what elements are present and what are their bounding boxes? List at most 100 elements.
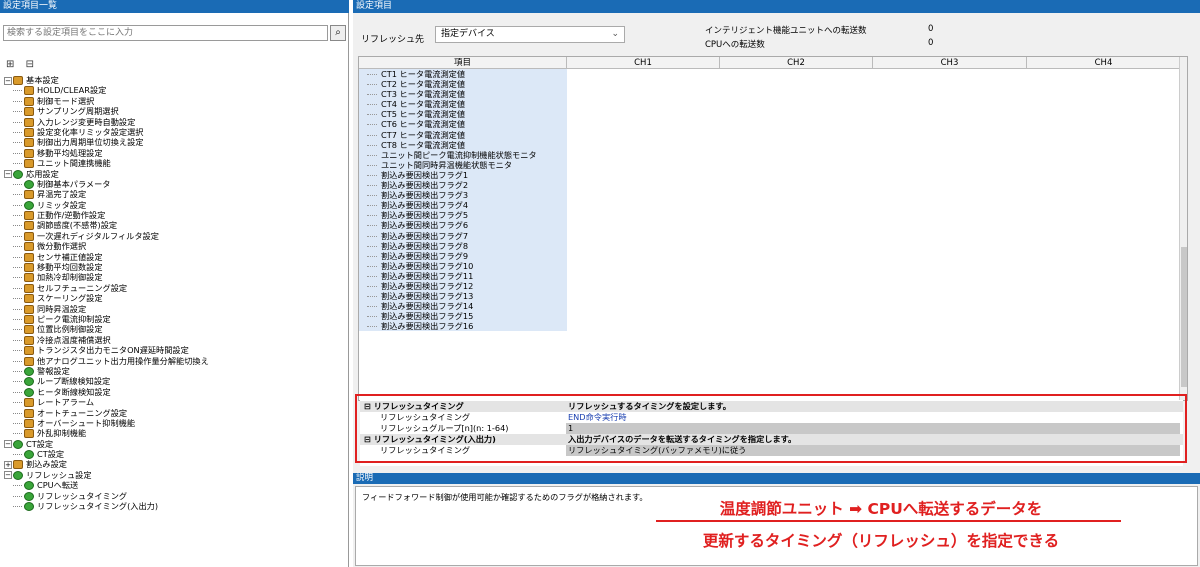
tree-item-label: 応用設定	[26, 168, 59, 179]
tree-item[interactable]: リフレッシュタイミング(入出力)	[4, 501, 349, 512]
tree-item[interactable]: ヒータ断線検知設定	[4, 387, 349, 397]
tree-item[interactable]: CT設定	[4, 449, 349, 460]
grid-row[interactable]: CT7 ヒータ電流測定値	[359, 129, 1181, 140]
grid-row[interactable]: CT6 ヒータ電流測定値	[359, 119, 1181, 130]
tree-item[interactable]: レートアラーム	[4, 397, 349, 408]
collapse-icon[interactable]: −	[4, 76, 12, 85]
grid-row[interactable]: CT4 ヒータ電流測定値	[359, 99, 1181, 110]
tree-item[interactable]: 加熱冷却制御設定	[4, 272, 349, 283]
grid-row[interactable]: CT5 ヒータ電流測定値	[359, 109, 1181, 120]
tree-item[interactable]: 移動平均回数設定	[4, 262, 349, 273]
setting-changed-icon	[24, 481, 34, 491]
tree-item[interactable]: 調節感度(不感帯)設定	[4, 220, 349, 231]
settings-list-pane: ⌕ ⊞ ⊟ − 基本設定HOLD/CLEAR設定制御モード選択サンプリング周期選択…	[0, 13, 349, 567]
collapse-icon[interactable]: −	[4, 471, 12, 480]
collapse-icon[interactable]: −	[4, 440, 12, 449]
grid-row[interactable]: ユニット間同時昇温機能状態モニタ	[359, 159, 1181, 170]
tree-item[interactable]: − 基本設定	[4, 75, 349, 85]
expand-all-icon[interactable]: ⊞	[6, 59, 14, 70]
tree-item-label: ピーク電流抑制設定	[37, 313, 111, 324]
binoculars-icon[interactable]: ⌕	[330, 25, 346, 41]
tree-item[interactable]: 同時昇温設定	[4, 304, 349, 314]
tree-item[interactable]: − 応用設定	[4, 169, 349, 179]
search-input[interactable]	[3, 25, 328, 41]
tree-item[interactable]: 警報設定	[4, 366, 349, 376]
setting-folder-icon	[13, 76, 23, 85]
grid-row[interactable]: 割込み要因検出フラグ15	[359, 311, 1181, 322]
grid-row[interactable]: 割込み要因検出フラグ16	[359, 321, 1181, 332]
setting-changed-icon	[24, 200, 34, 210]
tree-item[interactable]: ピーク電流抑制設定	[4, 314, 349, 324]
grid-row[interactable]: CT1 ヒータ電流測定値	[359, 69, 1181, 80]
grid-header-item: 項目	[359, 57, 567, 69]
collapse-icon[interactable]: −	[4, 170, 12, 179]
grid-row[interactable]: ユニット間ピーク電流抑制機能状態モニタ	[359, 149, 1181, 160]
grid-row-label: 割込み要因検出フラグ15	[359, 311, 567, 322]
tree-item[interactable]: + 割込み設定	[4, 459, 349, 470]
tree-item[interactable]: 制御基本パラメータ	[4, 179, 349, 189]
tree-item[interactable]: センサ補正値設定	[4, 252, 349, 262]
setting-folder-icon	[24, 356, 34, 366]
tree-item-label: 移動平均処理設定	[37, 147, 103, 158]
grid-row-label: 割込み要因検出フラグ1	[359, 169, 567, 181]
tree-item[interactable]: オーバーシュート抑制機能	[4, 418, 349, 428]
grid-row[interactable]: 割込み要因検出フラグ14	[359, 301, 1181, 312]
tree-item[interactable]: 制御出力周期単位切換え設定	[4, 137, 349, 148]
collapse-all-icon[interactable]: ⊟	[26, 59, 34, 70]
tree-item[interactable]: 入力レンジ変更時自動設定	[4, 117, 349, 127]
grid-row[interactable]: 割込み要因検出フラグ6	[359, 220, 1181, 231]
grid-row[interactable]: CT8 ヒータ電流測定値	[359, 139, 1181, 150]
tree-item-label: ヒータ断線検知設定	[37, 386, 111, 397]
tree-item[interactable]: 移動平均処理設定	[4, 148, 349, 158]
grid-scrollbar[interactable]	[1179, 57, 1187, 400]
setting-changed-icon	[13, 439, 23, 449]
tree-item[interactable]: 外乱抑制機能	[4, 428, 349, 439]
setting-changed-icon	[24, 377, 34, 387]
tree-item[interactable]: 冷接点温度補償選択	[4, 335, 349, 345]
tree-item-label: 調節感度(不感帯)設定	[37, 220, 118, 231]
grid-row[interactable]: 割込み要因検出フラグ9	[359, 250, 1181, 261]
tree-item[interactable]: 昇温完了設定	[4, 189, 349, 200]
expand-icon[interactable]: +	[4, 460, 12, 469]
tree-item[interactable]: 他アナログユニット出力用操作量分解能切換え	[4, 356, 349, 366]
tree-item-label: オーバーシュート抑制機能	[37, 417, 136, 428]
grid-row[interactable]: 割込み要因検出フラグ2	[359, 180, 1181, 191]
tree-item[interactable]: − CT設定	[4, 439, 349, 449]
tree-item[interactable]: 設定変化率リミッタ設定選択	[4, 127, 349, 137]
grid-row[interactable]: CT3 ヒータ電流測定値	[359, 89, 1181, 100]
grid-row[interactable]: 割込み要因検出フラグ11	[359, 270, 1181, 281]
tree-item[interactable]: ユニット間連携機能	[4, 158, 349, 169]
refresh-target-select[interactable]: 指定デバイス ⌄	[435, 26, 625, 43]
tree-item[interactable]: CPUへ転送	[4, 480, 349, 491]
grid-row[interactable]: CT2 ヒータ電流測定値	[359, 79, 1181, 90]
tree-item[interactable]: サンプリング周期選択	[4, 106, 349, 117]
tree-item[interactable]: − リフレッシュ設定	[4, 470, 349, 480]
refresh-grid: 項目 CH1 CH2 CH3 CH4 CT1 ヒータ電流測定値 CT2 ヒータ電流…	[358, 56, 1188, 401]
tree-item[interactable]: 微分動作選択	[4, 241, 349, 252]
tree-item[interactable]: 制御モード選択	[4, 96, 349, 106]
grid-row[interactable]: 割込み要因検出フラグ5	[359, 210, 1181, 221]
tree-item[interactable]: HOLD/CLEAR設定	[4, 85, 349, 96]
grid-row[interactable]: 割込み要因検出フラグ3	[359, 190, 1181, 201]
tree-item-label: リフレッシュ設定	[26, 469, 92, 480]
tree-item[interactable]: リミッタ設定	[4, 200, 349, 210]
tree-item[interactable]: 一次遅れディジタルフィルタ設定	[4, 231, 349, 241]
tree-item[interactable]: 正動作/逆動作設定	[4, 210, 349, 221]
grid-row[interactable]: 割込み要因検出フラグ10	[359, 260, 1181, 271]
tree-item-label: 入力レンジ変更時自動設定	[37, 116, 136, 127]
tree-item[interactable]: トランジスタ出力モニタON遅延時間設定	[4, 345, 349, 356]
tree-item[interactable]: リフレッシュタイミング	[4, 491, 349, 501]
scrollbar-thumb[interactable]	[1181, 247, 1187, 387]
grid-row[interactable]: 割込み要因検出フラグ4	[359, 200, 1181, 211]
tree-item[interactable]: スケーリング設定	[4, 293, 349, 304]
grid-row[interactable]: 割込み要因検出フラグ13	[359, 291, 1181, 302]
grid-row-label: 割込み要因検出フラグ14	[359, 301, 567, 312]
grid-row[interactable]: 割込み要因検出フラグ7	[359, 230, 1181, 241]
grid-row[interactable]: 割込み要因検出フラグ8	[359, 240, 1181, 251]
tree-item[interactable]: ループ断線検知設定	[4, 376, 349, 387]
tree-item[interactable]: 位置比例制御設定	[4, 324, 349, 335]
grid-row[interactable]: 割込み要因検出フラグ12	[359, 280, 1181, 292]
tree-item[interactable]: セルフチューニング設定	[4, 283, 349, 293]
tree-item[interactable]: オートチューニング設定	[4, 408, 349, 418]
grid-row[interactable]: 割込み要因検出フラグ1	[359, 169, 1181, 181]
